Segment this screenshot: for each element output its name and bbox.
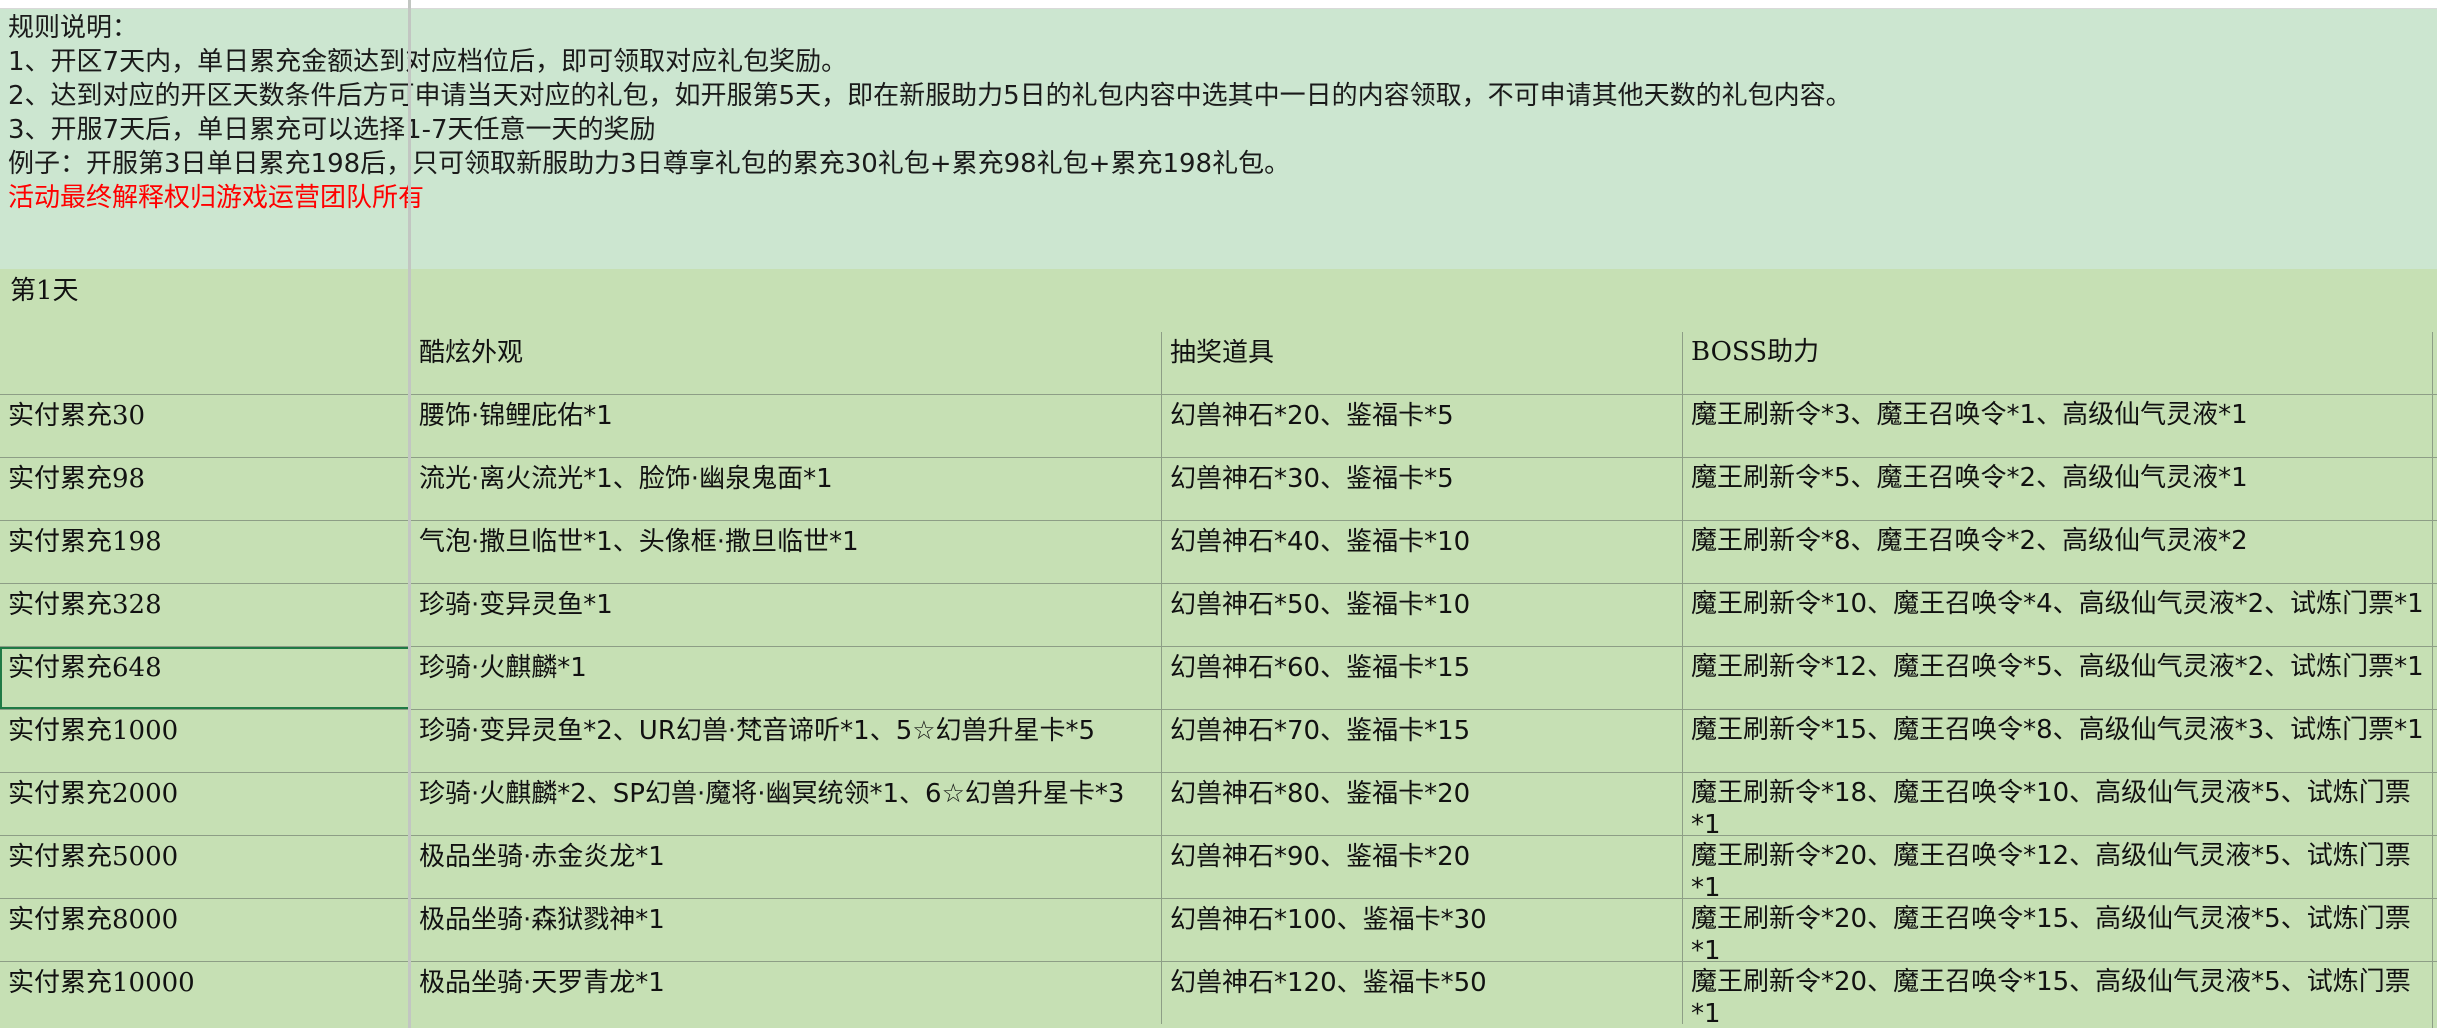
rules-title: 规则说明： bbox=[8, 13, 139, 43]
header-cell-appearance[interactable]: 酷炫外观 bbox=[410, 332, 1161, 394]
table-row: 实付累充30 腰饰·锦鲤庇佑*1 幻兽神石*20、鉴福卡*5 魔王刷新令*3、魔… bbox=[0, 395, 2437, 458]
header-cell-boss[interactable]: BOSS助力 bbox=[1682, 332, 2437, 394]
table-row: 实付累充10000 极品坐骑·天罗青龙*1 幻兽神石*120、鉴福卡*50 魔王… bbox=[0, 962, 2437, 1028]
tier-cell[interactable]: 实付累充10000 bbox=[0, 962, 410, 1024]
boss-cell[interactable]: 魔王刷新令*5、魔王召唤令*2、高级仙气灵液*1 bbox=[1682, 458, 2437, 520]
appearance-cell[interactable]: 珍骑·火麒麟*1 bbox=[410, 647, 1161, 709]
appearance-cell[interactable]: 珍骑·变异灵鱼*2、UR幻兽·梵音谛听*1、5☆幻兽升星卡*5 bbox=[410, 710, 1161, 772]
table-row: 实付累充5000 极品坐骑·赤金炎龙*1 幻兽神石*90、鉴福卡*20 魔王刷新… bbox=[0, 836, 2437, 903]
spreadsheet[interactable]: 规则说明： 1、开区7天内，单日累充金额达到对应档位后，即可领取对应礼包奖励。 … bbox=[0, 0, 2437, 1028]
tier-cell[interactable]: 实付累充2000 bbox=[0, 773, 410, 835]
lottery-cell[interactable]: 幻兽神石*50、鉴福卡*10 bbox=[1161, 584, 1682, 646]
boss-cell[interactable]: 魔王刷新令*20、魔王召唤令*15、高级仙气灵液*5、试炼门票*1 bbox=[1682, 962, 2437, 1028]
appearance-cell[interactable]: 珍骑·变异灵鱼*1 bbox=[410, 584, 1161, 646]
boss-cell[interactable]: 魔王刷新令*12、魔王召唤令*5、高级仙气灵液*2、试炼门票*1 bbox=[1682, 647, 2437, 709]
rule-line-2: 2、达到对应的开区天数条件后方可申请当天对应的礼包，如开服第5天，即在新服助力5… bbox=[8, 81, 1852, 111]
tier-cell[interactable]: 实付累充5000 bbox=[0, 836, 410, 898]
day-row[interactable]: 第1天 bbox=[0, 269, 2437, 333]
appearance-cell[interactable]: 腰饰·锦鲤庇佑*1 bbox=[410, 395, 1161, 457]
tier-cell[interactable]: 实付累充198 bbox=[0, 521, 410, 583]
day-label: 第1天 bbox=[10, 276, 79, 306]
boss-cell[interactable]: 魔王刷新令*18、魔王召唤令*10、高级仙气灵液*5、试炼门票*1 bbox=[1682, 773, 2437, 840]
tier-cell[interactable]: 实付累充328 bbox=[0, 584, 410, 646]
boss-cell[interactable]: 魔王刷新令*15、魔王召唤令*8、高级仙气灵液*3、试炼门票*1 bbox=[1682, 710, 2437, 772]
tier-cell[interactable]: 实付累充30 bbox=[0, 395, 410, 457]
lottery-cell[interactable]: 幻兽神石*120、鉴福卡*50 bbox=[1161, 962, 1682, 1024]
lottery-cell[interactable]: 幻兽神石*20、鉴福卡*5 bbox=[1161, 395, 1682, 457]
header-cell-blank[interactable] bbox=[0, 332, 410, 394]
rule-line-3: 3、开服7天后，单日累充可以选择1-7天任意一天的奖励 bbox=[8, 115, 656, 145]
appearance-cell[interactable]: 极品坐骑·森狱戮神*1 bbox=[410, 899, 1161, 961]
table-row: 实付累充328 珍骑·变异灵鱼*1 幻兽神石*50、鉴福卡*10 魔王刷新令*1… bbox=[0, 584, 2437, 647]
rule-notice: 活动最终解释权归游戏运营团队所有 bbox=[8, 183, 425, 213]
lottery-cell[interactable]: 幻兽神石*60、鉴福卡*15 bbox=[1161, 647, 1682, 709]
tier-cell-selected[interactable]: 实付累充648 bbox=[0, 647, 410, 709]
header-cell-lottery[interactable]: 抽奖道具 bbox=[1161, 332, 1682, 394]
table-row: 实付累充98 流光·离火流光*1、脸饰·幽泉鬼面*1 幻兽神石*30、鉴福卡*5… bbox=[0, 458, 2437, 521]
header-row: 酷炫外观 抽奖道具 BOSS助力 bbox=[0, 332, 2437, 395]
lottery-cell[interactable]: 幻兽神石*80、鉴福卡*20 bbox=[1161, 773, 1682, 835]
appearance-cell[interactable]: 流光·离火流光*1、脸饰·幽泉鬼面*1 bbox=[410, 458, 1161, 520]
table-row: 实付累充1000 珍骑·变异灵鱼*2、UR幻兽·梵音谛听*1、5☆幻兽升星卡*5… bbox=[0, 710, 2437, 773]
tier-cell[interactable]: 实付累充98 bbox=[0, 458, 410, 520]
lottery-cell[interactable]: 幻兽神石*90、鉴福卡*20 bbox=[1161, 836, 1682, 898]
lottery-cell[interactable]: 幻兽神石*70、鉴福卡*15 bbox=[1161, 710, 1682, 772]
boss-cell[interactable]: 魔王刷新令*20、魔王召唤令*15、高级仙气灵液*5、试炼门票*1 bbox=[1682, 899, 2437, 966]
lottery-cell[interactable]: 幻兽神石*100、鉴福卡*30 bbox=[1161, 899, 1682, 961]
boss-cell[interactable]: 魔王刷新令*3、魔王召唤令*1、高级仙气灵液*1 bbox=[1682, 395, 2437, 457]
appearance-cell[interactable]: 气泡·撒旦临世*1、头像框·撒旦临世*1 bbox=[410, 521, 1161, 583]
appearance-cell[interactable]: 珍骑·火麒麟*2、SP幻兽·魔将·幽冥统领*1、6☆幻兽升星卡*3 bbox=[410, 773, 1161, 835]
rule-example: 例子：开服第3日单日累充198后，只可领取新服助力3日尊享礼包的累充30礼包+累… bbox=[8, 149, 1291, 179]
table-row: 实付累充648 珍骑·火麒麟*1 幻兽神石*60、鉴福卡*15 魔王刷新令*12… bbox=[0, 647, 2437, 710]
boss-cell[interactable]: 魔王刷新令*8、魔王召唤令*2、高级仙气灵液*2 bbox=[1682, 521, 2437, 583]
lottery-cell[interactable]: 幻兽神石*40、鉴福卡*10 bbox=[1161, 521, 1682, 583]
tier-cell[interactable]: 实付累充1000 bbox=[0, 710, 410, 772]
column-header-strip bbox=[0, 0, 2437, 9]
table-row: 实付累充2000 珍骑·火麒麟*2、SP幻兽·魔将·幽冥统领*1、6☆幻兽升星卡… bbox=[0, 773, 2437, 840]
table-row: 实付累充198 气泡·撒旦临世*1、头像框·撒旦临世*1 幻兽神石*40、鉴福卡… bbox=[0, 521, 2437, 584]
column-divider bbox=[2432, 332, 2433, 1028]
rule-line-1: 1、开区7天内，单日累充金额达到对应档位后，即可领取对应礼包奖励。 bbox=[8, 47, 848, 77]
tier-cell[interactable]: 实付累充8000 bbox=[0, 899, 410, 961]
table-row: 实付累充8000 极品坐骑·森狱戮神*1 幻兽神石*100、鉴福卡*30 魔王刷… bbox=[0, 899, 2437, 966]
appearance-cell[interactable]: 极品坐骑·赤金炎龙*1 bbox=[410, 836, 1161, 898]
appearance-cell[interactable]: 极品坐骑·天罗青龙*1 bbox=[410, 962, 1161, 1024]
rules-merged-cell[interactable]: 规则说明： 1、开区7天内，单日累充金额达到对应档位后，即可领取对应礼包奖励。 … bbox=[0, 9, 2437, 269]
lottery-cell[interactable]: 幻兽神石*30、鉴福卡*5 bbox=[1161, 458, 1682, 520]
boss-cell[interactable]: 魔王刷新令*20、魔王召唤令*12、高级仙气灵液*5、试炼门票*1 bbox=[1682, 836, 2437, 903]
frozen-pane-divider[interactable] bbox=[408, 0, 411, 1028]
boss-cell[interactable]: 魔王刷新令*10、魔王召唤令*4、高级仙气灵液*2、试炼门票*1 bbox=[1682, 584, 2437, 646]
